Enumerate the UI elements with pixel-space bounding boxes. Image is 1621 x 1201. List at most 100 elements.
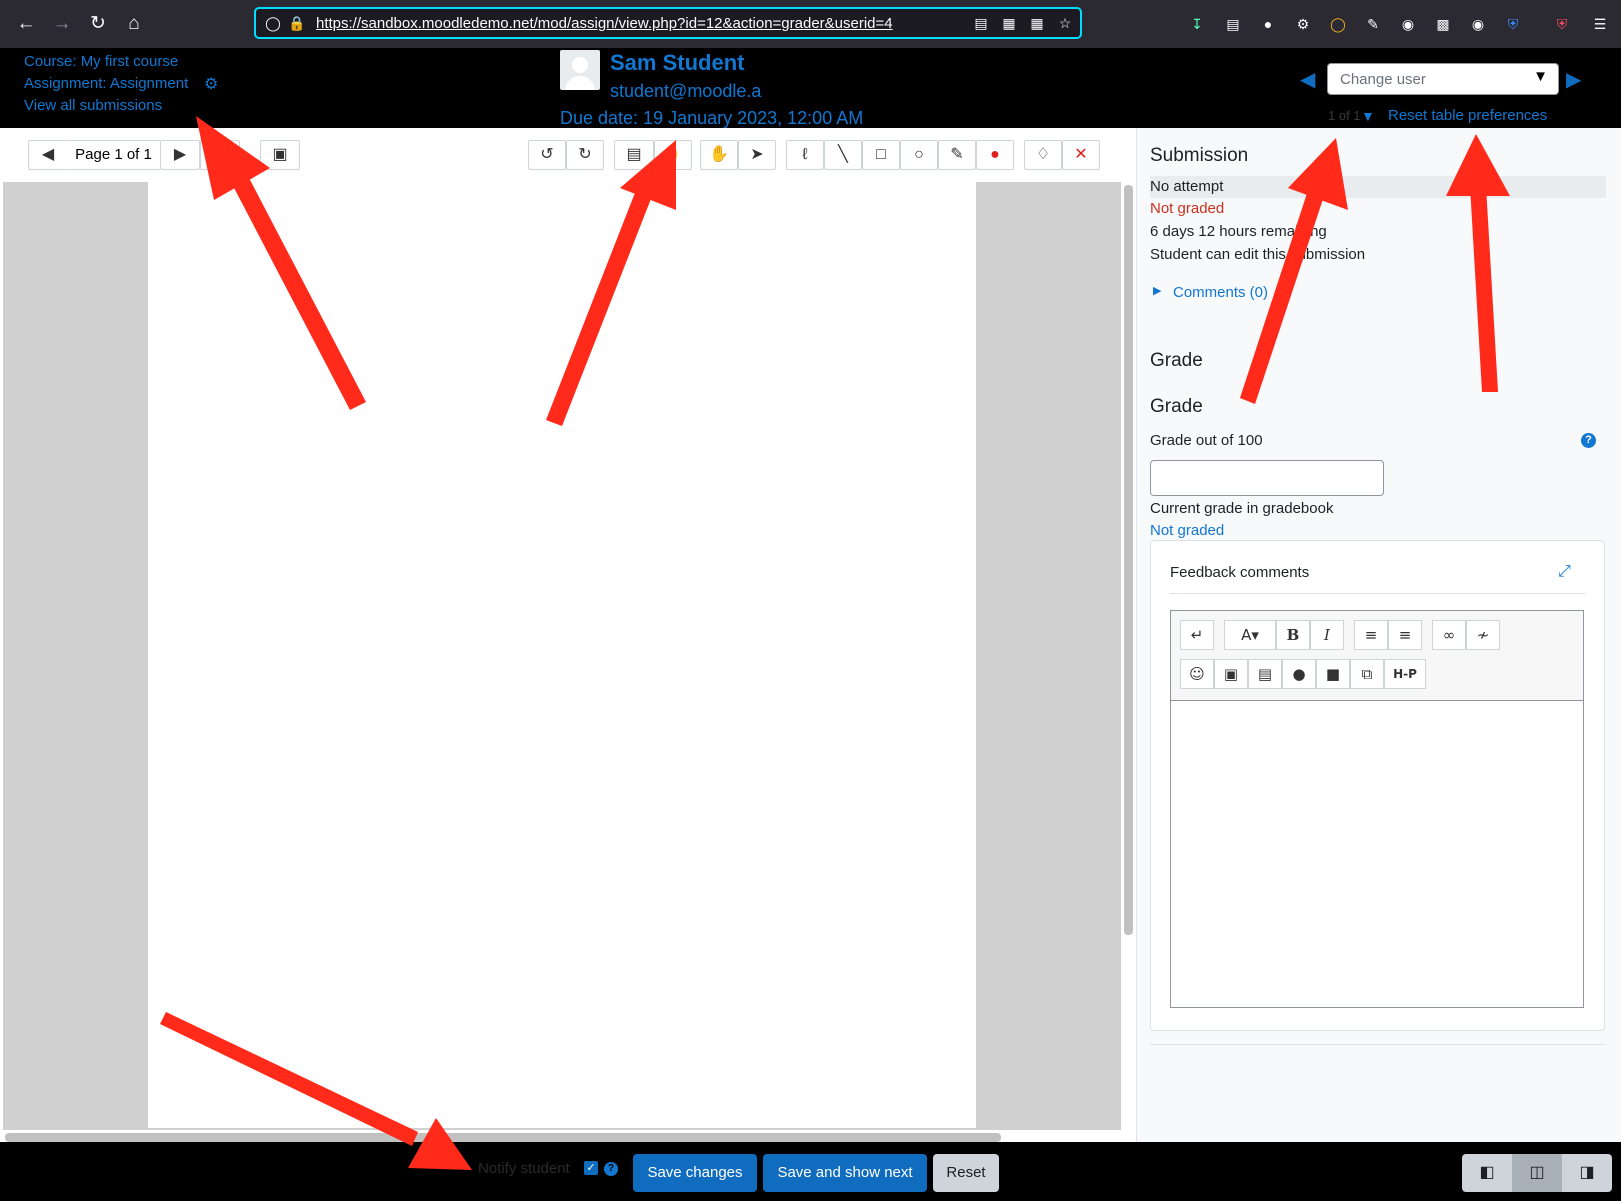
- reset-button[interactable]: Reset: [933, 1154, 999, 1192]
- notes-icon[interactable]: ▦: [1000, 14, 1018, 32]
- image-icon[interactable]: ▣: [1214, 659, 1248, 689]
- horizontal-scrollbar[interactable]: [5, 1133, 1001, 1142]
- layout-toggle-group: ◧ ◫ ◨: [1462, 1154, 1612, 1192]
- change-user-placeholder: Change user: [1340, 71, 1426, 88]
- note-extension-icon[interactable]: ✎: [1363, 14, 1383, 34]
- annotation-color-icon[interactable]: ●: [976, 140, 1014, 170]
- forward-icon[interactable]: →: [48, 10, 76, 38]
- course-link[interactable]: Course: My first course: [24, 53, 178, 70]
- lock-icon[interactable]: 🔒: [288, 14, 306, 32]
- sidebar-icon[interactable]: ▤: [1223, 14, 1243, 34]
- ordered-list-icon[interactable]: ≡: [1388, 620, 1422, 650]
- unordered-list-icon[interactable]: ≡: [1354, 620, 1388, 650]
- caret-right-icon[interactable]: ▶: [1153, 284, 1161, 297]
- collapse-grade-panel-icon[interactable]: ◨: [1562, 1154, 1612, 1192]
- change-user-select[interactable]: Change user ▼: [1327, 63, 1559, 95]
- previous-user-icon[interactable]: ◀: [1300, 67, 1315, 92]
- url-text[interactable]: https://sandbox.moodledemo.net/mod/assig…: [316, 15, 893, 32]
- microphone-icon[interactable]: ●: [1282, 659, 1316, 689]
- italic-icon[interactable]: I: [1310, 620, 1344, 650]
- stamp-cross-icon[interactable]: ✕: [1062, 140, 1100, 170]
- info-icon[interactable]: ●: [1258, 14, 1278, 34]
- expand-view-icon[interactable]: ▣: [260, 140, 300, 170]
- grading-status: Not graded: [1150, 200, 1225, 217]
- user-name-link[interactable]: Sam Student: [610, 50, 744, 76]
- apps-icon[interactable]: ▩: [1433, 14, 1453, 34]
- reload-icon[interactable]: ↻: [84, 10, 112, 38]
- highlight-icon[interactable]: ✎: [938, 140, 976, 170]
- current-grade-link[interactable]: Not graded: [1150, 522, 1224, 539]
- grade-out-of-label: Grade out of 100: [1150, 432, 1263, 449]
- oval-icon[interactable]: ○: [900, 140, 938, 170]
- default-layout-icon[interactable]: ◫: [1512, 1154, 1562, 1192]
- stamp-icon[interactable]: ♢: [1024, 140, 1062, 170]
- comment-color-icon[interactable]: ■: [654, 140, 692, 170]
- avatar: [560, 50, 600, 90]
- browser-toolbar: ← → ↻ ⌂ ◯ 🔒 https://sandbox.moodledemo.n…: [0, 0, 1621, 48]
- comments-link[interactable]: Comments (0): [1173, 284, 1268, 301]
- download-icon[interactable]: ↧: [1187, 14, 1207, 34]
- help-icon[interactable]: ?: [1581, 433, 1596, 448]
- filter-icon[interactable]: ▼: [1361, 108, 1375, 124]
- help-icon[interactable]: ?: [604, 1162, 618, 1176]
- shield-icon[interactable]: ◯: [264, 14, 282, 32]
- bitwarden-icon[interactable]: ⛨: [1503, 14, 1523, 34]
- gear-icon[interactable]: ⚙: [204, 74, 218, 94]
- camera-icon[interactable]: ◉: [1398, 14, 1418, 34]
- next-user-icon[interactable]: ▶: [1566, 67, 1581, 92]
- media-icon[interactable]: ▤: [1248, 659, 1282, 689]
- ublock-icon[interactable]: ⛨: [1552, 14, 1572, 34]
- reset-table-preferences-link[interactable]: Reset table preferences: [1388, 107, 1547, 124]
- rotate-left-icon[interactable]: ↺: [528, 140, 566, 170]
- previous-page-icon[interactable]: ◀: [28, 140, 68, 170]
- save-changes-button[interactable]: Save changes: [633, 1154, 757, 1192]
- notify-student-label: Notify student: [478, 1160, 570, 1177]
- page-indicator: Page 1 of 1: [67, 140, 160, 170]
- rotate-right-icon[interactable]: ↻: [566, 140, 604, 170]
- vertical-scrollbar[interactable]: [1124, 185, 1133, 935]
- time-remaining: 6 days 12 hours remaining: [1150, 223, 1327, 240]
- bold-icon[interactable]: B: [1276, 620, 1310, 650]
- emoji-icon[interactable]: ☺: [1180, 659, 1214, 689]
- extension-circle-icon[interactable]: ◯: [1328, 14, 1348, 34]
- copy-icon[interactable]: ⧉: [1350, 659, 1384, 689]
- divider: [1170, 593, 1585, 594]
- rectangle-icon[interactable]: □: [862, 140, 900, 170]
- collapse-toolbar-icon[interactable]: ↵: [1180, 620, 1214, 650]
- reader-view-icon[interactable]: ▤: [972, 14, 990, 32]
- pen-icon[interactable]: ℓ: [786, 140, 824, 170]
- url-bar[interactable]: ◯ 🔒 https://sandbox.moodledemo.net/mod/a…: [254, 7, 1082, 39]
- extensions-grid-icon[interactable]: ▦: [1028, 14, 1046, 32]
- ghostery-icon[interactable]: ◉: [1468, 14, 1488, 34]
- feedback-title: Feedback comments: [1170, 564, 1310, 581]
- video-camera-icon[interactable]: ■: [1316, 659, 1350, 689]
- notify-student-checkbox[interactable]: ✓: [584, 1161, 598, 1175]
- search-comments-icon[interactable]: ▤: [200, 140, 240, 170]
- next-page-icon[interactable]: ▶: [160, 140, 200, 170]
- menu-icon[interactable]: ☰: [1590, 14, 1610, 34]
- link-icon[interactable]: ∞: [1432, 620, 1466, 650]
- comment-icon[interactable]: ▤: [614, 140, 654, 170]
- view-all-submissions-link[interactable]: View all submissions: [24, 97, 162, 114]
- pdf-page[interactable]: [148, 182, 976, 1128]
- grade-input[interactable]: [1150, 460, 1384, 496]
- bookmark-star-icon[interactable]: ☆: [1056, 14, 1074, 32]
- user-email: student@moodle.a: [610, 81, 762, 101]
- assignment-link[interactable]: Assignment: Assignment: [24, 75, 188, 92]
- h5p-icon[interactable]: H-P: [1384, 659, 1426, 689]
- select-pointer-icon[interactable]: ➤: [738, 140, 776, 170]
- unlink-icon[interactable]: ≁: [1466, 620, 1500, 650]
- back-icon[interactable]: ←: [12, 10, 40, 38]
- collapse-review-panel-icon[interactable]: ◧: [1462, 1154, 1512, 1192]
- user-count: 1 of 1: [1328, 108, 1361, 123]
- pan-hand-icon[interactable]: ✋: [700, 140, 738, 170]
- home-icon[interactable]: ⌂: [120, 10, 148, 38]
- settings-gear-icon[interactable]: ⚙: [1293, 14, 1313, 34]
- divider: [1150, 1044, 1605, 1045]
- font-style-icon[interactable]: A▾: [1224, 620, 1276, 650]
- due-date: Due date: 19 January 2023, 12:00 AM: [560, 108, 864, 128]
- expand-icon[interactable]: ⤢: [1558, 563, 1571, 581]
- chevron-down-icon: ▼: [1533, 68, 1548, 85]
- line-icon[interactable]: ╲: [824, 140, 862, 170]
- save-and-show-next-button[interactable]: Save and show next: [763, 1154, 927, 1192]
